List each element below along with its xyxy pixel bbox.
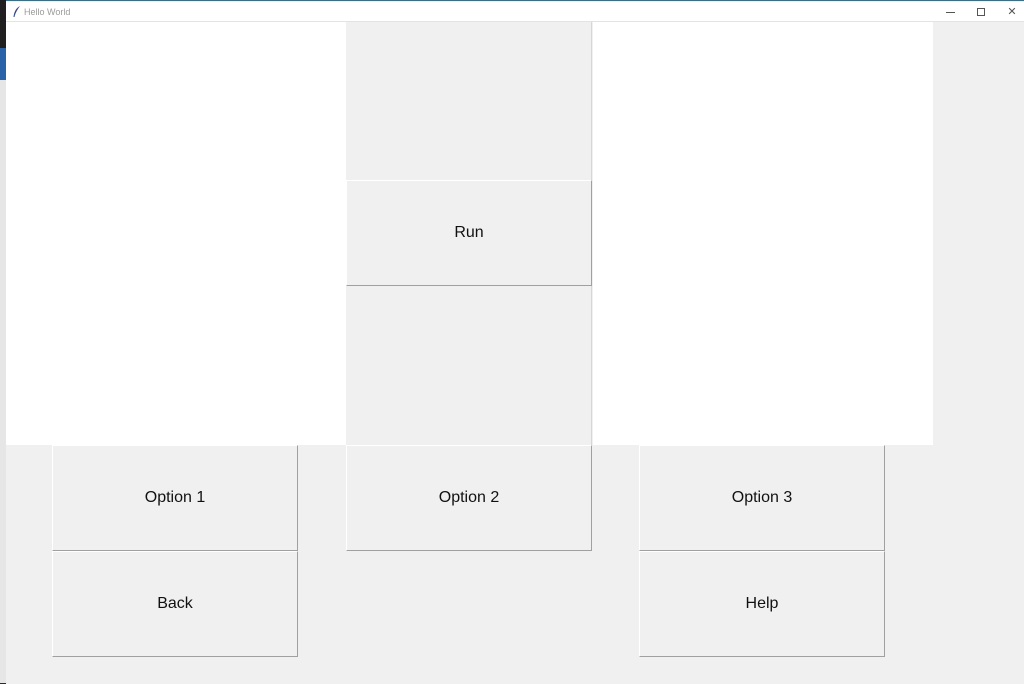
option-2-button[interactable]: Option 2 (346, 445, 592, 551)
right-panel (593, 22, 933, 445)
left-panel (6, 22, 346, 445)
help-button[interactable]: Help (639, 551, 885, 657)
option-1-button[interactable]: Option 1 (52, 445, 298, 551)
feather-icon (13, 6, 20, 17)
close-button[interactable]: ✕ (997, 2, 1024, 22)
title-bar[interactable]: Hello World ✕ (6, 2, 1024, 22)
window-title: Hello World (24, 7, 71, 17)
client-area: Run Option 1 Option 2 Option 3 Back Help (6, 22, 1024, 684)
minimize-button[interactable] (935, 2, 965, 22)
close-icon: ✕ (1007, 6, 1017, 18)
run-button[interactable]: Run (346, 180, 592, 286)
app-window: Hello World ✕ Run Option 1 Option 2 Opti… (6, 0, 1024, 684)
maximize-icon (977, 8, 985, 16)
minimize-icon (945, 11, 955, 13)
maximize-button[interactable] (966, 2, 996, 22)
back-button[interactable]: Back (52, 551, 298, 657)
option-3-button[interactable]: Option 3 (639, 445, 885, 551)
